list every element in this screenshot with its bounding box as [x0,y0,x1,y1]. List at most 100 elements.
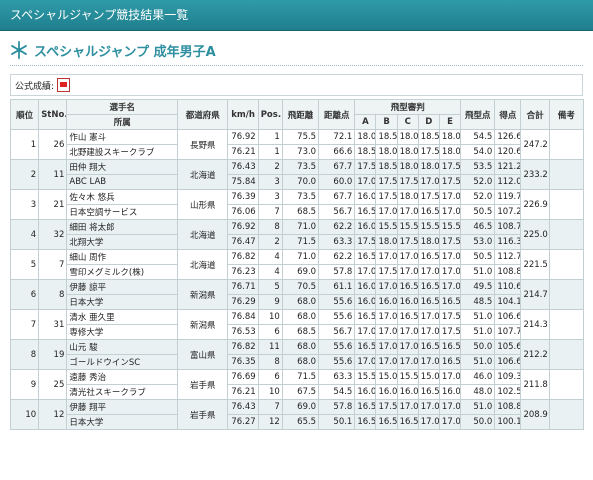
judge-a-cell: 16.0 [354,294,377,310]
position-cell: 8 [257,354,283,370]
distance-points-cell: 55.6 [318,354,356,370]
total-cell: 233.2 [520,159,550,190]
speed-cell: 75.84 [227,174,259,190]
speed-cell: 76.53 [227,324,259,340]
judge-d-cell: 17.0 [417,414,440,430]
header-pref: 都道府県 [177,99,229,130]
distance-cell: 68.0 [281,309,320,325]
distance-points-cell: 54.5 [318,384,356,400]
score-cell: 110.6 [494,279,522,295]
table-row: 日本大学 76.27 12 65.5 50.1 16.5 16.5 16.5 17.0 17.0 5… [11,414,584,430]
judge-b-cell: 18.5 [375,129,398,145]
score-cell: 107.2 [494,204,522,220]
judge-b-cell: 17.0 [375,204,398,220]
header-pos: Pos. [257,99,283,130]
rank-cell: 2 [9,159,40,190]
judge-c-cell: 18.0 [396,144,419,160]
judge-e-cell: 17.5 [438,234,462,250]
style-points-cell: 52.0 [460,189,496,205]
remarks-cell [548,189,585,220]
distance-cell: 75.5 [281,129,320,145]
table-row: 4 32 細田 将太郎 北海道 76.92 8 71.0 62.2 16.0 15.5 15.5 15… [9,219,585,250]
speed-cell: 76.21 [227,144,259,160]
speed-cell: 76.84 [227,309,259,325]
stno-cell: 32 [38,219,68,250]
results-table: 順位 StNo. 選手名 都道府県 km/h Pos. 飛距離 距離点 飛型審判… [9,99,585,430]
judge-e-cell: 17.0 [438,399,462,415]
distance-cell: 71.5 [281,369,320,385]
table-row: 10 12 伊藤 翔平 岩手県 76.43 7 69.0 57.8 16.5 17.5 17.0 17… [9,399,585,430]
athlete-name: 作山 憲斗 [66,129,179,145]
judge-a-cell: 18.5 [354,144,377,160]
judge-c-cell: 17.0 [396,339,419,355]
judge-e-cell: 17.0 [438,249,462,265]
judge-c-cell: 18.0 [396,189,419,205]
judge-a-cell: 16.5 [354,204,377,220]
header-style-points: 飛型点 [460,99,496,130]
pdf-icon[interactable] [57,78,71,92]
judge-e-cell: 18.0 [438,129,462,145]
rank-cell: 3 [9,189,40,220]
header-judge-b: B [375,114,398,130]
judge-a-cell: 17.0 [354,174,377,190]
judge-c-cell: 18.0 [396,159,419,175]
judge-d-cell: 18.0 [417,234,440,250]
score-cell: 108.8 [494,399,522,415]
score-cell: 102.5 [494,384,522,400]
judge-a-cell: 16.5 [354,414,377,430]
position-cell: 2 [257,159,283,175]
judge-c-cell: 17.5 [396,174,419,190]
prefecture-cell: 新潟県 [177,279,229,310]
stno-cell: 7 [38,249,68,280]
section-heading: スペシャルジャンプ 成年男子A [10,35,583,66]
judge-d-cell: 17.0 [417,399,440,415]
speed-cell: 76.92 [227,219,259,235]
position-cell: 7 [257,399,283,415]
score-cell: 107.7 [494,324,522,340]
speed-cell: 76.39 [227,189,259,205]
judge-e-cell: 17.0 [438,204,462,220]
score-cell: 106.6 [494,354,522,370]
judge-b-cell: 15.5 [375,219,398,235]
rank-cell: 5 [9,249,40,280]
score-cell: 112.0 [494,174,522,190]
judge-e-cell: 17.5 [438,174,462,190]
header-affiliation: 所属 [66,114,179,130]
header-style-judges: 飛型審判 [354,99,462,115]
table-row: 雪印メグミルク(株) 76.23 4 69.0 57.8 17.0 17.5 17.0 17.0… [11,264,584,280]
judge-d-cell: 15.0 [417,369,440,385]
window-title: スペシャルジャンプ競技結果一覧 [10,8,189,22]
judge-c-cell: 17.0 [396,249,419,265]
snowflake-icon [11,41,27,59]
judge-c-cell: 16.5 [396,309,419,325]
judge-b-cell: 17.0 [375,354,398,370]
distance-points-cell: 66.6 [318,144,356,160]
table-row: ゴールドウインSC 76.35 8 68.0 55.6 17.0 17.0 17.0 17.0 1… [11,354,584,370]
distance-points-cell: 60.0 [318,174,356,190]
rank-cell: 6 [9,279,40,310]
distance-cell: 69.0 [281,264,320,280]
judge-d-cell: 16.5 [417,294,440,310]
header-remarks: 備考 [548,99,585,130]
table-row: 日本大学 76.29 9 68.0 55.6 16.0 16.0 16.0 16.5 16.5 48… [11,294,584,310]
athlete-affiliation: 雪印メグミルク(株) [66,264,179,280]
style-points-cell: 48.0 [460,384,496,400]
judge-b-cell: 17.0 [375,309,398,325]
judge-c-cell: 17.0 [396,324,419,340]
athlete-affiliation: 日本大学 [66,414,179,430]
judge-a-cell: 17.0 [354,264,377,280]
score-cell: 116.3 [494,234,522,250]
style-points-cell: 50.5 [460,204,496,220]
distance-points-cell: 63.3 [318,234,356,250]
athlete-affiliation: 北翔大学 [66,234,179,250]
table-row: 専修大学 76.53 6 68.5 56.7 17.0 17.0 17.0 17.0 17.5 51… [11,324,584,340]
athlete-affiliation: ABC LAB [66,174,179,190]
judge-e-cell: 17.5 [438,324,462,340]
judge-c-cell: 17.5 [396,234,419,250]
distance-cell: 73.5 [281,159,320,175]
remarks-cell [548,249,585,280]
position-cell: 4 [257,264,283,280]
score-cell: 108.8 [494,264,522,280]
judge-e-cell: 16.5 [438,354,462,370]
speed-cell: 76.69 [227,369,259,385]
